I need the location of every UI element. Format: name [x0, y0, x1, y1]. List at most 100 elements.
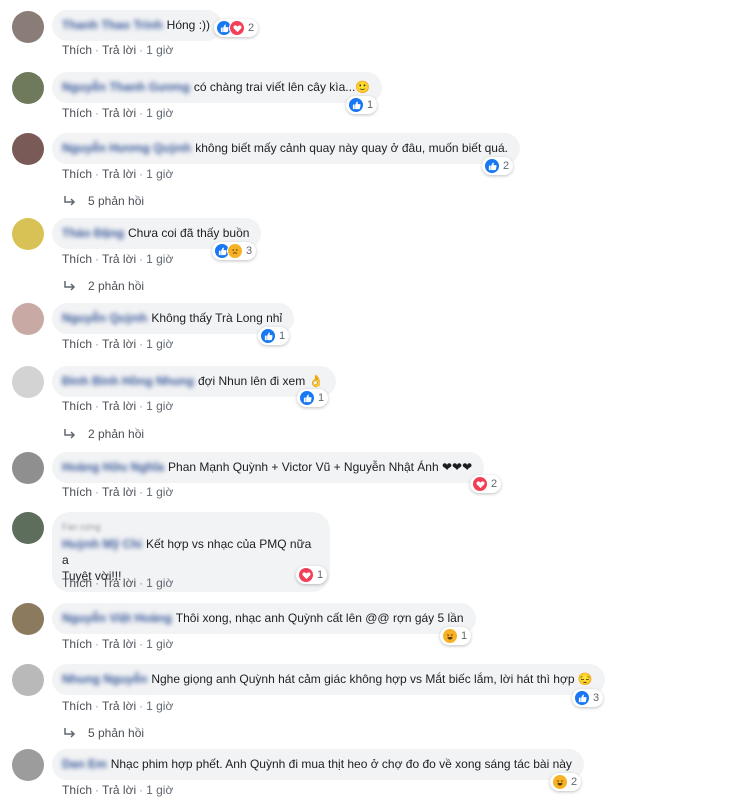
reaction-summary[interactable]: 2: [214, 19, 259, 37]
reply-link[interactable]: Trả lời: [102, 637, 136, 651]
like-link[interactable]: Thích: [62, 576, 92, 590]
reply-link[interactable]: Trả lời: [102, 485, 136, 499]
reply-link[interactable]: Trả lời: [102, 576, 136, 590]
comment-time[interactable]: 1 giờ: [146, 43, 173, 57]
reaction-count: 2: [571, 776, 578, 788]
reaction-summary[interactable]: 1: [297, 389, 329, 407]
reply-link[interactable]: Trả lời: [102, 337, 136, 351]
comment-time[interactable]: 1 giờ: [146, 106, 173, 120]
comment-time[interactable]: 1 giờ: [146, 167, 173, 181]
like-link[interactable]: Thích: [62, 485, 92, 499]
avatar[interactable]: [12, 303, 44, 335]
reply-link[interactable]: Trả lời: [102, 106, 136, 120]
reaction-summary[interactable]: 2: [482, 157, 514, 175]
avatar[interactable]: [12, 749, 44, 781]
comment-time[interactable]: 1 giờ: [146, 699, 173, 713]
replies-count: 2 phản hồi: [88, 279, 145, 293]
view-replies-link[interactable]: 5 phản hồi: [62, 726, 144, 740]
like-link[interactable]: Thích: [62, 637, 92, 651]
reply-link[interactable]: Trả lời: [102, 699, 136, 713]
avatar[interactable]: [12, 218, 44, 250]
separator: ·: [95, 399, 100, 413]
like-link[interactable]: Thích: [62, 783, 92, 797]
comment-actions: Thích · Trả lời · 1 giờ: [62, 106, 173, 120]
reaction-count: 2: [503, 160, 510, 172]
avatar[interactable]: [12, 72, 44, 104]
reply-link[interactable]: Trả lời: [102, 399, 136, 413]
comment-author[interactable]: Thảo Đặng: [62, 225, 124, 241]
reaction-summary[interactable]: 1: [296, 566, 328, 584]
comment-text: Chưa coi đã thấy buồn: [128, 226, 250, 240]
reaction-summary[interactable]: 3: [572, 689, 604, 707]
comment-bubble: Nguyễn Việt Hoàng Thôi xong, nhạc anh Quỳ…: [52, 603, 476, 634]
avatar[interactable]: [12, 512, 44, 544]
reaction-count: 3: [246, 245, 253, 257]
reaction-summary[interactable]: 1: [440, 627, 472, 645]
reaction-summary[interactable]: 1: [346, 96, 378, 114]
reaction-count: 1: [367, 99, 374, 111]
comment-author[interactable]: Thanh Thao Trinh: [62, 17, 163, 33]
haha-reaction-icon: [442, 628, 458, 644]
comment-text: Hóng :)): [166, 18, 211, 32]
reply-link[interactable]: Trả lời: [102, 783, 136, 797]
comment-author[interactable]: Huỳnh Mỹ Chi: [62, 536, 142, 552]
view-replies-link[interactable]: 5 phản hồi: [62, 194, 144, 208]
like-reaction-icon: [484, 158, 500, 174]
comment-actions: Thích · Trả lời · 1 giờ: [62, 637, 173, 651]
comment-author[interactable]: Dan Em: [62, 756, 107, 772]
separator: ·: [95, 43, 100, 57]
comment-author[interactable]: Hoàng Hữu Nghĩa: [62, 459, 164, 475]
reaction-count: 2: [491, 478, 498, 490]
reaction-summary[interactable]: 2: [470, 475, 502, 493]
comment-bubble: Đinh Bình Hồng Nhung đợi Nhun lên đi xem …: [52, 366, 336, 397]
avatar[interactable]: [12, 452, 44, 484]
love-reaction-icon: [229, 20, 245, 36]
avatar[interactable]: [12, 664, 44, 696]
reply-link[interactable]: Trả lời: [102, 252, 136, 266]
avatar[interactable]: [12, 11, 44, 43]
like-reaction-icon: [574, 690, 590, 706]
comment-time[interactable]: 1 giờ: [146, 576, 173, 590]
reaction-summary[interactable]: 1: [258, 327, 290, 345]
view-replies-link[interactable]: 2 phản hồi: [62, 427, 144, 441]
comment-author[interactable]: Nguyễn Hương Quỳnh: [62, 140, 191, 156]
comment-actions: Thích · Trả lời · 1 giờ: [62, 337, 173, 351]
separator: ·: [139, 783, 144, 797]
reaction-count: 1: [318, 392, 325, 404]
like-link[interactable]: Thích: [62, 337, 92, 351]
like-reaction-icon: [299, 390, 315, 406]
comment-time[interactable]: 1 giờ: [146, 485, 173, 499]
comment-time[interactable]: 1 giờ: [146, 399, 173, 413]
reply-link[interactable]: Trả lời: [102, 43, 136, 57]
avatar[interactable]: [12, 366, 44, 398]
comment-time[interactable]: 1 giờ: [146, 252, 173, 266]
comment-actions: Thích · Trả lời · 1 giờ: [62, 485, 173, 499]
comment-bubble: Hoàng Hữu Nghĩa Phan Mạnh Quỳnh + Victor …: [52, 452, 485, 483]
avatar[interactable]: [12, 133, 44, 165]
like-link[interactable]: Thích: [62, 167, 92, 181]
separator: ·: [139, 106, 144, 120]
reaction-count: 1: [317, 569, 324, 581]
like-link[interactable]: Thích: [62, 252, 92, 266]
view-replies-link[interactable]: 2 phản hồi: [62, 279, 144, 293]
reply-link[interactable]: Trả lời: [102, 167, 136, 181]
comment-time[interactable]: 1 giờ: [146, 637, 173, 651]
comment-author[interactable]: Nguyễn Việt Hoàng: [62, 610, 172, 626]
comment-time[interactable]: 1 giờ: [146, 783, 173, 797]
avatar[interactable]: [12, 603, 44, 635]
like-link[interactable]: Thích: [62, 106, 92, 120]
reaction-summary[interactable]: 2: [550, 773, 582, 791]
like-link[interactable]: Thích: [62, 43, 92, 57]
reaction-summary[interactable]: 3: [212, 242, 257, 260]
comment-author[interactable]: Nhung Nguyễn: [62, 671, 147, 687]
separator: ·: [95, 783, 100, 797]
comment-author[interactable]: Nguyễn Quỳnh: [62, 310, 147, 326]
like-link[interactable]: Thích: [62, 699, 92, 713]
comment-author[interactable]: Đinh Bình Hồng Nhung: [62, 373, 194, 389]
like-link[interactable]: Thích: [62, 399, 92, 413]
comment-text: Thôi xong, nhạc anh Quỳnh cất lên @@ rợn…: [175, 611, 464, 625]
comment-bubble: Nguyễn Thanh Gương có chàng trai viết lên…: [52, 72, 383, 103]
comment-time[interactable]: 1 giờ: [146, 337, 173, 351]
comment-actions: Thích · Trả lời · 1 giờ: [62, 43, 173, 57]
comment-author[interactable]: Nguyễn Thanh Gương: [62, 79, 190, 95]
